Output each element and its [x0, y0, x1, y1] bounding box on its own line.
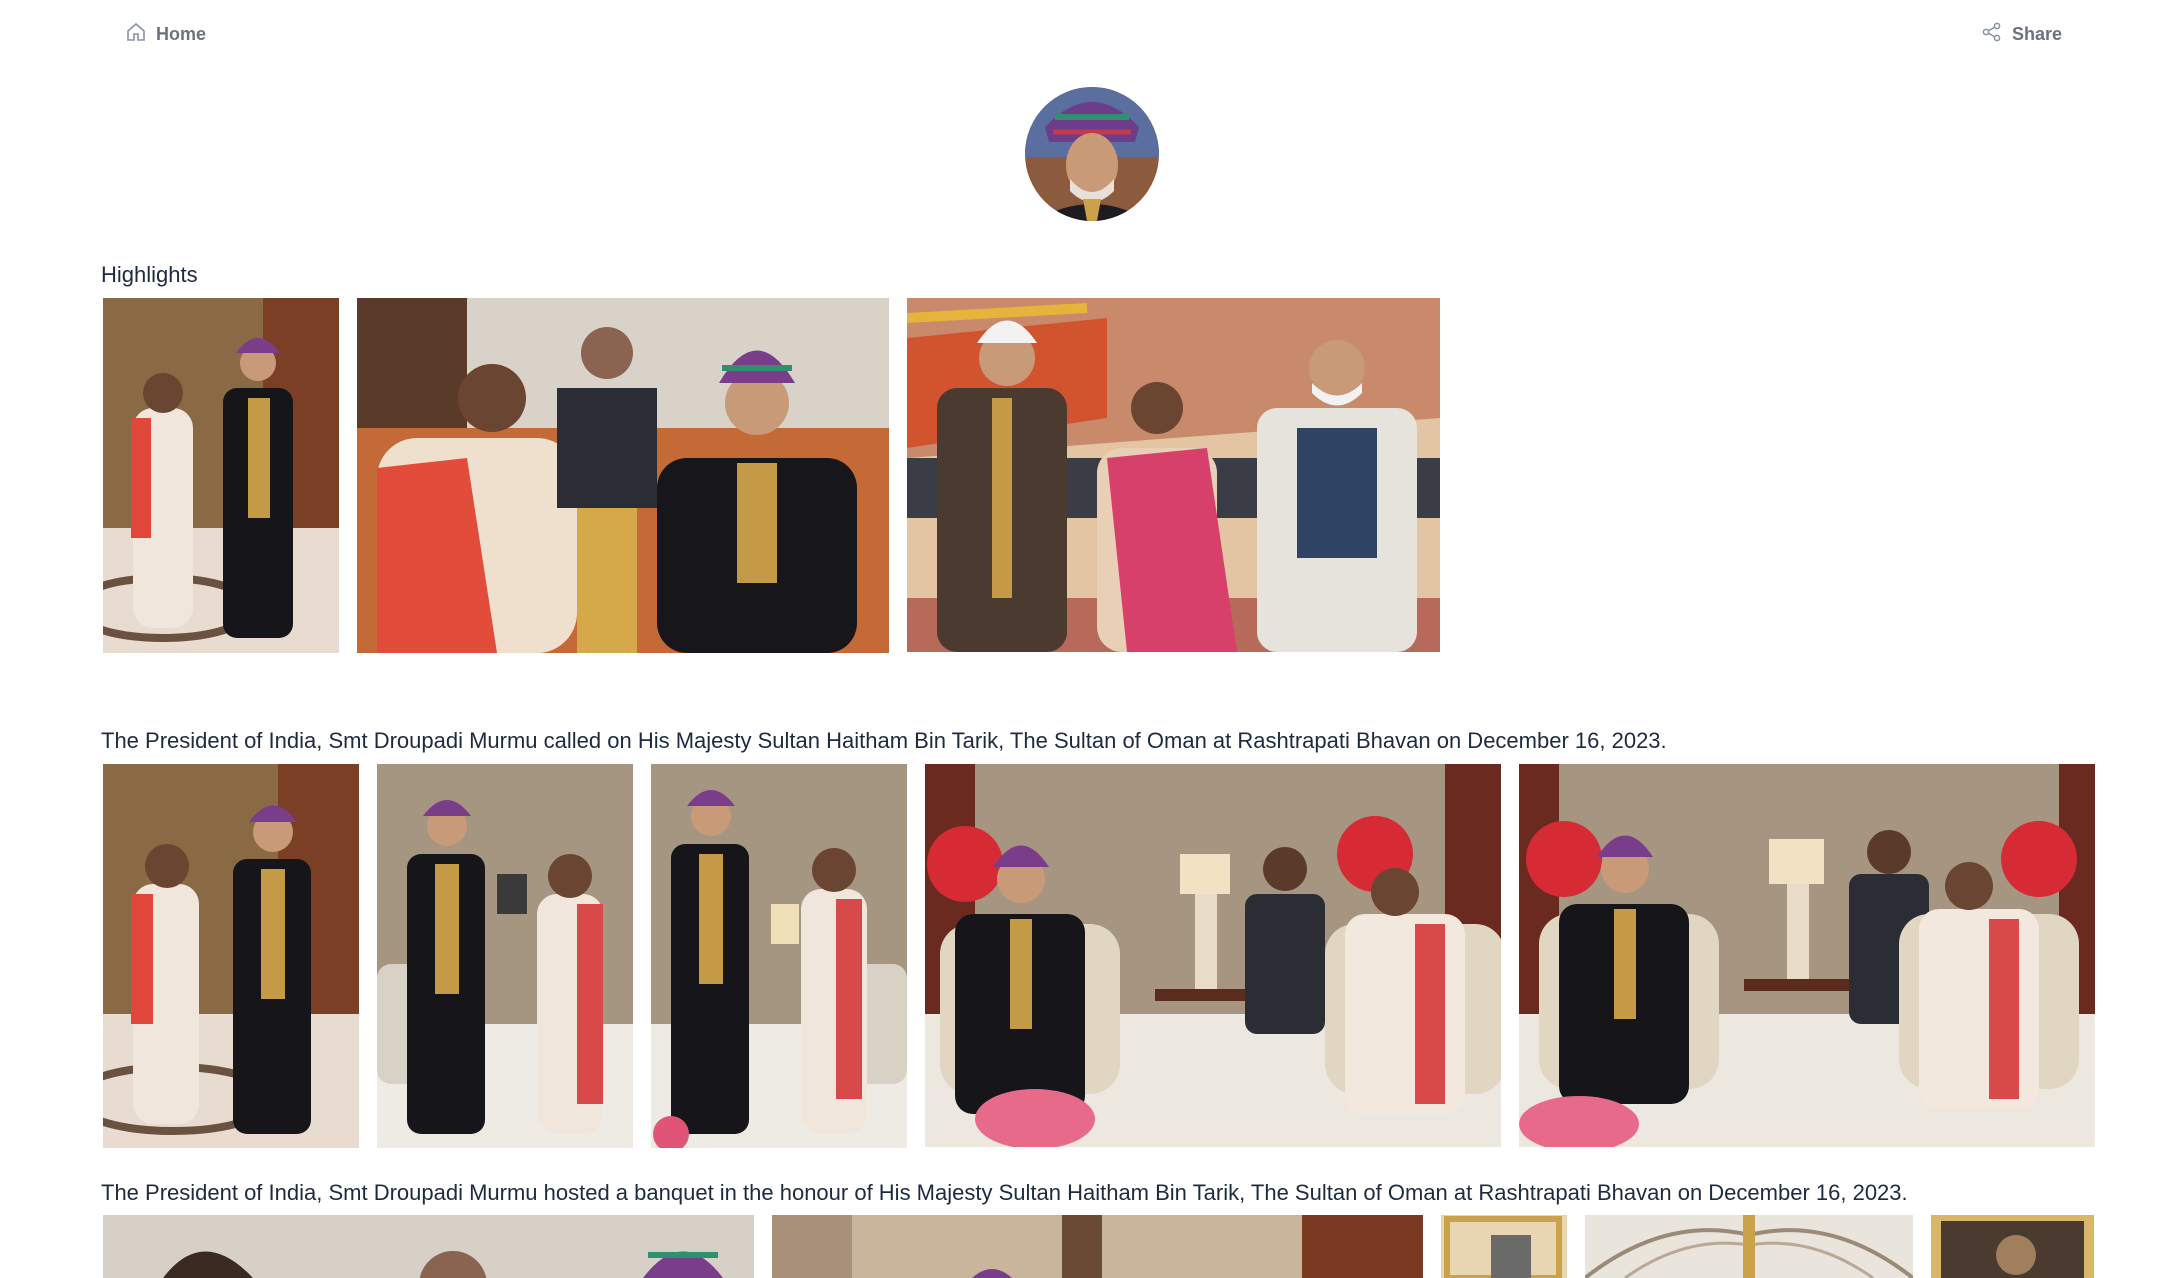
home-label: Home [156, 24, 207, 44]
photo-banquet-2[interactable] [772, 1215, 1423, 1278]
photo-highlight-2[interactable] [357, 298, 889, 653]
photo-banquet-1[interactable] [103, 1215, 754, 1278]
photo-banquet-3[interactable] [1441, 1215, 1567, 1278]
home-icon [126, 22, 146, 47]
photo-call-3[interactable] [651, 764, 907, 1148]
photo-banquet-4[interactable] [1585, 1215, 1913, 1278]
photo-call-1[interactable] [103, 764, 359, 1148]
section-title-banquet: The President of India, Smt Droupadi Mur… [101, 1180, 1908, 1205]
share-icon [1982, 22, 2002, 47]
photo-call-5[interactable] [1519, 764, 2095, 1147]
photo-banquet-5[interactable] [1931, 1215, 2094, 1278]
avatar[interactable] [1025, 87, 1159, 221]
section-title-highlights: Highlights [101, 262, 198, 287]
share-link[interactable]: Share [1982, 22, 2062, 47]
home-link[interactable]: Home [126, 22, 206, 47]
share-label: Share [2012, 24, 2063, 44]
photo-call-4[interactable] [925, 764, 1501, 1147]
photo-highlight-1[interactable] [103, 298, 339, 653]
section-title-called-on: The President of India, Smt Droupadi Mur… [101, 728, 1667, 753]
top-bar: Home Share [0, 0, 2166, 70]
photo-highlight-3[interactable] [907, 298, 1440, 652]
photo-call-2[interactable] [377, 764, 633, 1148]
